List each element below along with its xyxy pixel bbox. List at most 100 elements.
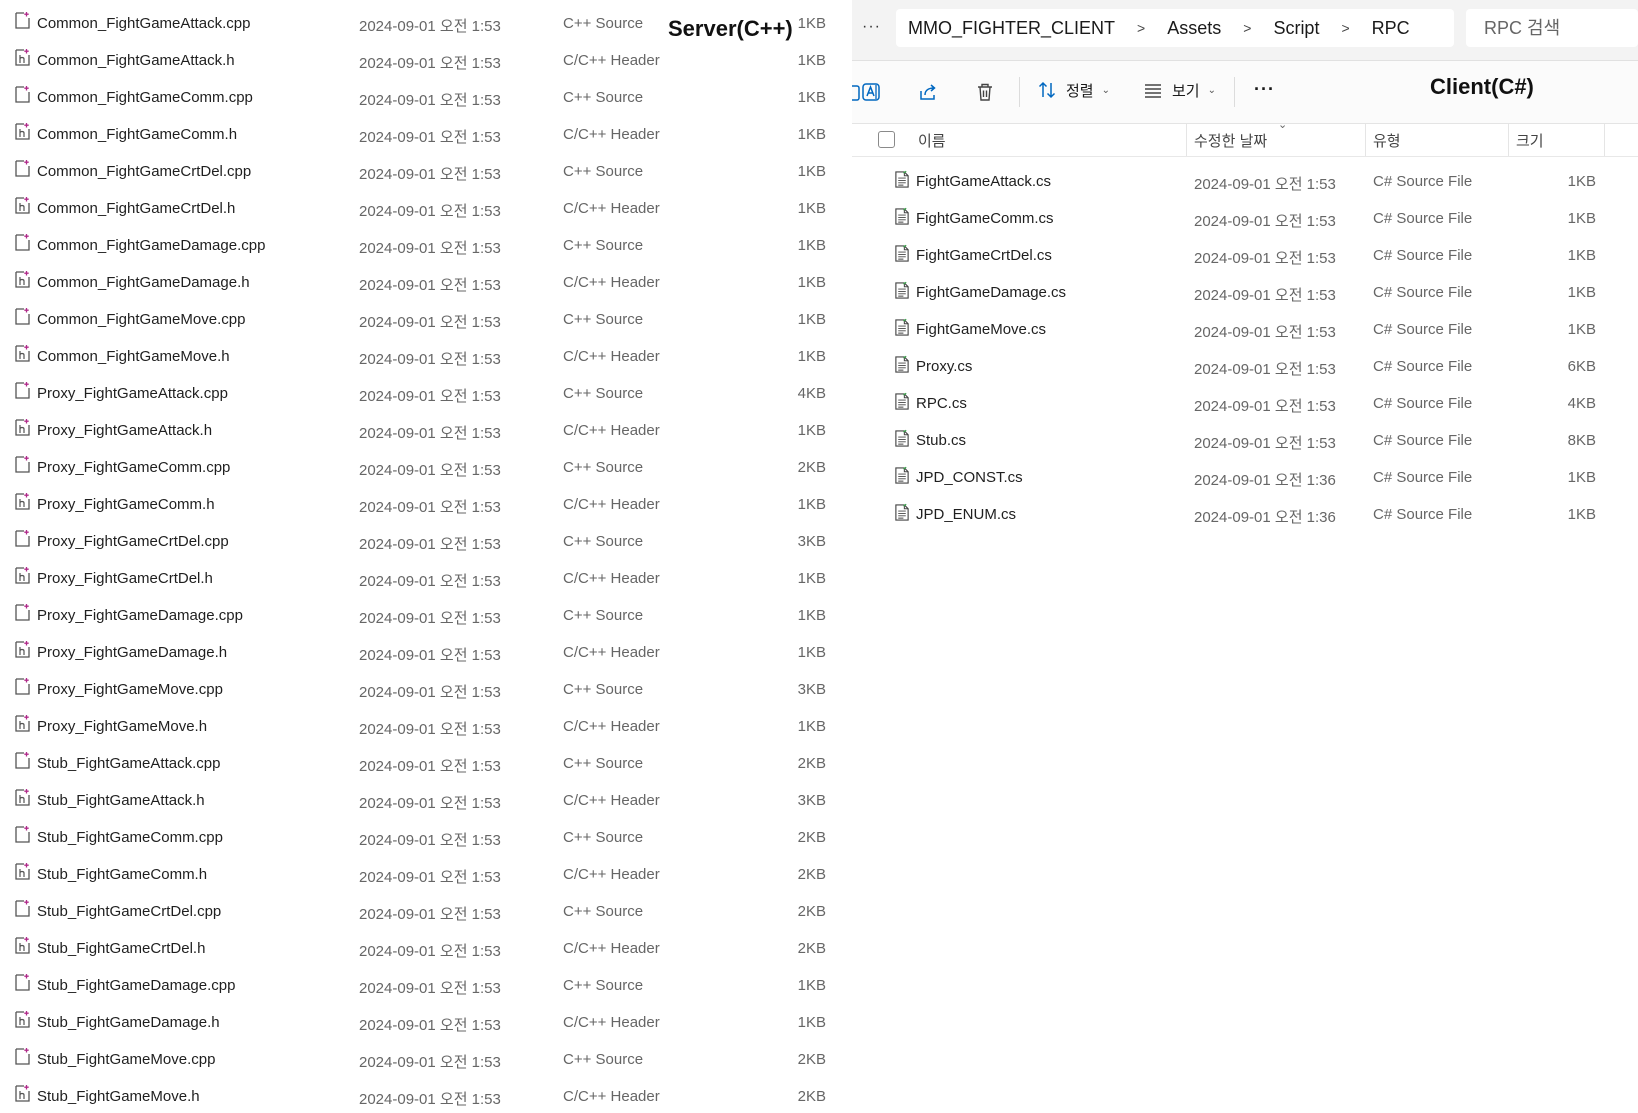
file-row[interactable]: Stub_FightGameComm.cpp 2024-09-01 오전 1:53…: [0, 820, 850, 857]
cpp-file-icon: [15, 530, 30, 547]
chevron-right-icon[interactable]: >: [1331, 20, 1359, 36]
file-row[interactable]: Common_FightGameCrtDel.h 2024-09-01 오전 1:…: [0, 191, 850, 228]
file-row[interactable]: Proxy.cs 2024-09-01 오전 1:53 C# Source File…: [852, 348, 1638, 385]
breadcrumb-item-rpc[interactable]: RPC: [1360, 18, 1422, 39]
view-button[interactable]: 보기 ⌄: [1142, 79, 1216, 101]
file-row[interactable]: Stub.cs 2024-09-01 오전 1:53 C# Source File 8…: [852, 422, 1638, 459]
file-row[interactable]: Common_FightGameAttack.h 2024-09-01 오전 1:…: [0, 43, 850, 80]
file-name: Stub_FightGameComm.h: [37, 866, 208, 883]
column-divider[interactable]: [1186, 124, 1187, 156]
file-row[interactable]: Stub_FightGameComm.h 2024-09-01 오전 1:53 C/…: [0, 857, 850, 894]
header-file-icon: [15, 715, 30, 732]
file-row[interactable]: FightGameAttack.cs 2024-09-01 오전 1:53 C# S…: [852, 163, 1638, 200]
file-type: C# Source File: [1373, 358, 1473, 375]
csharp-file-icon: [895, 355, 909, 373]
file-name: Stub_FightGameCrtDel.cpp: [37, 903, 222, 920]
file-row[interactable]: Stub_FightGameCrtDel.h 2024-09-01 오전 1:53…: [0, 931, 850, 968]
file-name: Stub.cs: [916, 432, 967, 449]
file-row[interactable]: Proxy_FightGameDamage.h 2024-09-01 오전 1:5…: [0, 635, 850, 672]
file-date: 2024-09-01 오전 1:53: [359, 1054, 501, 1071]
toolbar-divider: [1019, 77, 1020, 107]
file-row[interactable]: FightGameDamage.cs 2024-09-01 오전 1:53 C# S…: [852, 274, 1638, 311]
command-toolbar: 정렬 ⌄ 보기 ⌄ ··· Client(C#): [852, 61, 1638, 124]
file-row[interactable]: Proxy_FightGameMove.cpp 2024-09-01 오전 1:5…: [0, 672, 850, 709]
file-row[interactable]: RPC.cs 2024-09-01 오전 1:53 C# Source File 4K…: [852, 385, 1638, 422]
address-bar: ··· MMO_FIGHTER_CLIENT > Assets > Script…: [852, 0, 1638, 61]
file-row[interactable]: FightGameComm.cs 2024-09-01 오전 1:53 C# Sou…: [852, 200, 1638, 237]
file-type: C# Source File: [1373, 432, 1473, 449]
file-row[interactable]: Stub_FightGameMove.cpp 2024-09-01 오전 1:53…: [0, 1042, 850, 1079]
rename-icon[interactable]: [860, 81, 882, 103]
chevron-right-icon[interactable]: >: [1233, 20, 1261, 36]
breadcrumb[interactable]: MMO_FIGHTER_CLIENT > Assets > Script > R…: [896, 9, 1454, 47]
cpp-file-icon: [15, 456, 30, 473]
delete-icon[interactable]: [974, 81, 996, 103]
file-type: C/C++ Header: [563, 866, 660, 883]
column-header-name[interactable]: 이름: [918, 130, 946, 151]
share-icon[interactable]: [917, 81, 939, 103]
file-row[interactable]: Stub_FightGameDamage.cpp 2024-09-01 오전 1:…: [0, 968, 850, 1005]
file-date: 2024-09-01 오전 1:53: [359, 277, 501, 294]
chevron-right-icon[interactable]: >: [1127, 20, 1155, 36]
file-row[interactable]: Stub_FightGameAttack.cpp 2024-09-01 오전 1:…: [0, 746, 850, 783]
search-input[interactable]: [1482, 17, 1636, 40]
select-all-checkbox[interactable]: [878, 131, 895, 148]
file-row[interactable]: FightGameCrtDel.cs 2024-09-01 오전 1:53 C# S…: [852, 237, 1638, 274]
column-divider[interactable]: [1604, 124, 1605, 156]
file-type: C# Source File: [1373, 247, 1473, 264]
file-type: C++ Source: [563, 385, 644, 402]
file-row[interactable]: Common_FightGameComm.cpp 2024-09-01 오전 1:…: [0, 80, 850, 117]
file-type: C++ Source: [563, 15, 644, 32]
column-header-type[interactable]: 유형: [1373, 130, 1401, 151]
search-box[interactable]: [1466, 9, 1638, 47]
file-row[interactable]: Stub_FightGameDamage.h 2024-09-01 오전 1:53…: [0, 1005, 850, 1042]
sort-button[interactable]: 정렬 ⌄: [1036, 79, 1110, 101]
file-name: Proxy_FightGameCrtDel.h: [37, 570, 213, 587]
file-row[interactable]: JPD_CONST.cs 2024-09-01 오전 1:36 C# Source …: [852, 459, 1638, 496]
file-type: C++ Source: [563, 755, 644, 772]
file-row[interactable]: Stub_FightGameMove.h 2024-09-01 오전 1:53 C/…: [0, 1079, 850, 1113]
csharp-file-icon: [895, 503, 909, 521]
file-type: C++ Source: [563, 607, 644, 624]
breadcrumb-item-root[interactable]: MMO_FIGHTER_CLIENT: [896, 18, 1127, 39]
file-row[interactable]: Common_FightGameMove.h 2024-09-01 오전 1:53…: [0, 339, 850, 376]
file-row[interactable]: Proxy_FightGameDamage.cpp 2024-09-01 오전 1…: [0, 598, 850, 635]
file-type: C# Source File: [1373, 173, 1473, 190]
file-row[interactable]: FightGameMove.cs 2024-09-01 오전 1:53 C# Sou…: [852, 311, 1638, 348]
header-file-icon: [15, 1011, 30, 1028]
breadcrumb-item-script[interactable]: Script: [1261, 18, 1331, 39]
file-row[interactable]: Proxy_FightGameCrtDel.cpp 2024-09-01 오전 1…: [0, 524, 850, 561]
file-row[interactable]: Common_FightGameMove.cpp 2024-09-01 오전 1:…: [0, 302, 850, 339]
file-row[interactable]: Proxy_FightGameComm.h 2024-09-01 오전 1:53 C…: [0, 487, 850, 524]
file-row[interactable]: Common_FightGameDamage.h 2024-09-01 오전 1:…: [0, 265, 850, 302]
file-row[interactable]: Proxy_FightGameCrtDel.h 2024-09-01 오전 1:5…: [0, 561, 850, 598]
file-date: 2024-09-01 오전 1:53: [359, 1017, 501, 1034]
sort-label: 정렬: [1066, 82, 1094, 100]
breadcrumb-item-assets[interactable]: Assets: [1155, 18, 1233, 39]
file-date: 2024-09-01 오전 1:53: [359, 388, 501, 405]
column-header-date[interactable]: 수정한 날짜: [1194, 130, 1267, 151]
file-date: 2024-09-01 오전 1:53: [359, 758, 501, 775]
file-row[interactable]: Stub_FightGameAttack.h 2024-09-01 오전 1:53…: [0, 783, 850, 820]
header-file-icon: [15, 123, 30, 140]
file-name: Proxy_FightGameDamage.cpp: [37, 607, 243, 624]
server-label: Server(C++): [666, 16, 795, 42]
more-options-button[interactable]: ···: [1254, 79, 1275, 100]
file-row[interactable]: Proxy_FightGameAttack.cpp 2024-09-01 오전 1…: [0, 376, 850, 413]
file-row[interactable]: JPD_ENUM.cs 2024-09-01 오전 1:36 C# Source F…: [852, 496, 1638, 533]
file-row[interactable]: Proxy_FightGameMove.h 2024-09-01 오전 1:53 C…: [0, 709, 850, 746]
more-path-button[interactable]: ···: [862, 18, 881, 36]
file-row[interactable]: Proxy_FightGameComm.cpp 2024-09-01 오전 1:5…: [0, 450, 850, 487]
file-row[interactable]: Stub_FightGameCrtDel.cpp 2024-09-01 오전 1:…: [0, 894, 850, 931]
file-row[interactable]: Common_FightGameComm.h 2024-09-01 오전 1:53…: [0, 117, 850, 154]
file-row[interactable]: Common_FightGameCrtDel.cpp 2024-09-01 오전 …: [0, 154, 850, 191]
file-row[interactable]: Common_FightGameDamage.cpp 2024-09-01 오전 …: [0, 228, 850, 265]
client-file-list: FightGameAttack.cs 2024-09-01 오전 1:53 C# S…: [852, 163, 1638, 533]
column-header-size[interactable]: 크기: [1516, 130, 1544, 151]
column-divider[interactable]: [1365, 124, 1366, 156]
file-row[interactable]: Proxy_FightGameAttack.h 2024-09-01 오전 1:5…: [0, 413, 850, 450]
csharp-file-icon: [895, 207, 909, 225]
server-file-list: Common_FightGameAttack.cpp 2024-09-01 오전 …: [0, 6, 850, 1113]
file-size: 2KB: [797, 866, 826, 883]
column-divider[interactable]: [1508, 124, 1509, 156]
